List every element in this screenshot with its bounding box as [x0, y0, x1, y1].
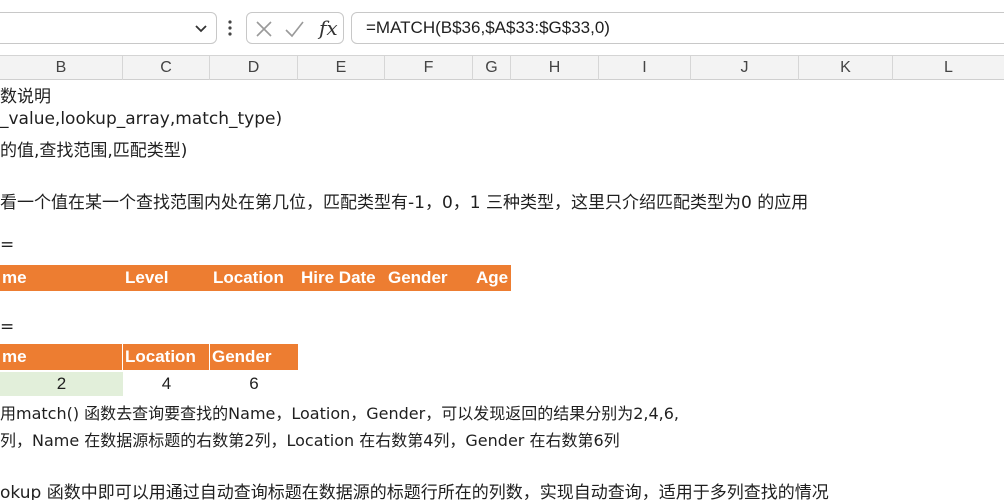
more-options-icon[interactable] [224, 16, 236, 40]
column-header-f[interactable]: F [385, 56, 473, 80]
table1-header-level[interactable]: Level [123, 265, 168, 291]
table1-header-age[interactable]: Age [474, 265, 508, 291]
cell-text[interactable]: _value,lookup_array,match_type) [0, 109, 282, 129]
value-cell[interactable]: 6 [210, 372, 298, 396]
name-box[interactable] [0, 12, 217, 44]
column-header-h[interactable]: H [511, 56, 599, 80]
table1-header-location[interactable]: Location [211, 265, 284, 291]
table2-header-location[interactable]: Location [123, 344, 210, 370]
column-header-row: B C D E F G H I J K L [0, 56, 1004, 80]
formula-buttons: fx [246, 12, 344, 44]
confirm-icon[interactable] [283, 18, 305, 40]
table1-header-hire-date[interactable]: Hire Date [299, 265, 376, 291]
value-cell[interactable]: 4 [123, 372, 210, 396]
insert-function-icon[interactable]: fx [319, 16, 338, 40]
column-header-j[interactable]: J [691, 56, 799, 80]
sheet-grid[interactable]: 数说明 _value,lookup_array,match_type) 的值,查… [0, 80, 1004, 500]
cell-text[interactable]: = [0, 317, 14, 337]
column-header-d[interactable]: D [210, 56, 298, 80]
formula-input[interactable]: =MATCH(B$36,$A$33:$G$33,0) [351, 12, 1004, 44]
table2-header-gender[interactable]: Gender [210, 344, 298, 370]
formula-text: =MATCH(B$36,$A$33:$G$33,0) [366, 18, 610, 37]
table1-header-row: me Level Location Hire Date Gender Age [0, 265, 511, 291]
column-header-g[interactable]: G [473, 56, 511, 80]
column-header-k[interactable]: K [799, 56, 893, 80]
table2-header-name[interactable]: me [0, 344, 123, 370]
cell-text[interactable]: 用match() 函数去查询要查找的Name，Loation，Gender，可以… [0, 400, 679, 424]
chevron-down-icon[interactable] [192, 19, 210, 37]
cell-text[interactable]: 数说明 [0, 82, 51, 107]
cancel-icon[interactable] [253, 18, 275, 40]
cell-text[interactable]: 列，Name 在数据源标题的右数第2列，Location 在右数第4列，Gend… [0, 427, 620, 451]
table2-header-row: me Location Gender [0, 344, 298, 370]
cell-text[interactable]: okup 函数中即可以用通过自动查询标题在数据源的标题行所在的列数，实现自动查询… [0, 478, 829, 500]
table1-header-gender[interactable]: Gender [386, 265, 448, 291]
column-header-c[interactable]: C [123, 56, 210, 80]
column-header-e[interactable]: E [298, 56, 385, 80]
column-header-i[interactable]: I [599, 56, 691, 80]
selected-cell[interactable]: 2 [0, 372, 123, 396]
cell-text[interactable]: = [0, 235, 14, 255]
formula-bar: fx =MATCH(B$36,$A$33:$G$33,0) [0, 0, 1004, 56]
cell-text[interactable]: 的值,查找范围,匹配类型) [0, 136, 187, 161]
column-header-b[interactable]: B [0, 56, 123, 80]
table1-header-name[interactable]: me [0, 265, 27, 291]
column-header-l[interactable]: L [893, 56, 1004, 80]
cell-text[interactable]: 看一个值在某一个查找范围内处在第几位，匹配类型有-1，0，1 三种类型，这里只介… [0, 188, 808, 213]
